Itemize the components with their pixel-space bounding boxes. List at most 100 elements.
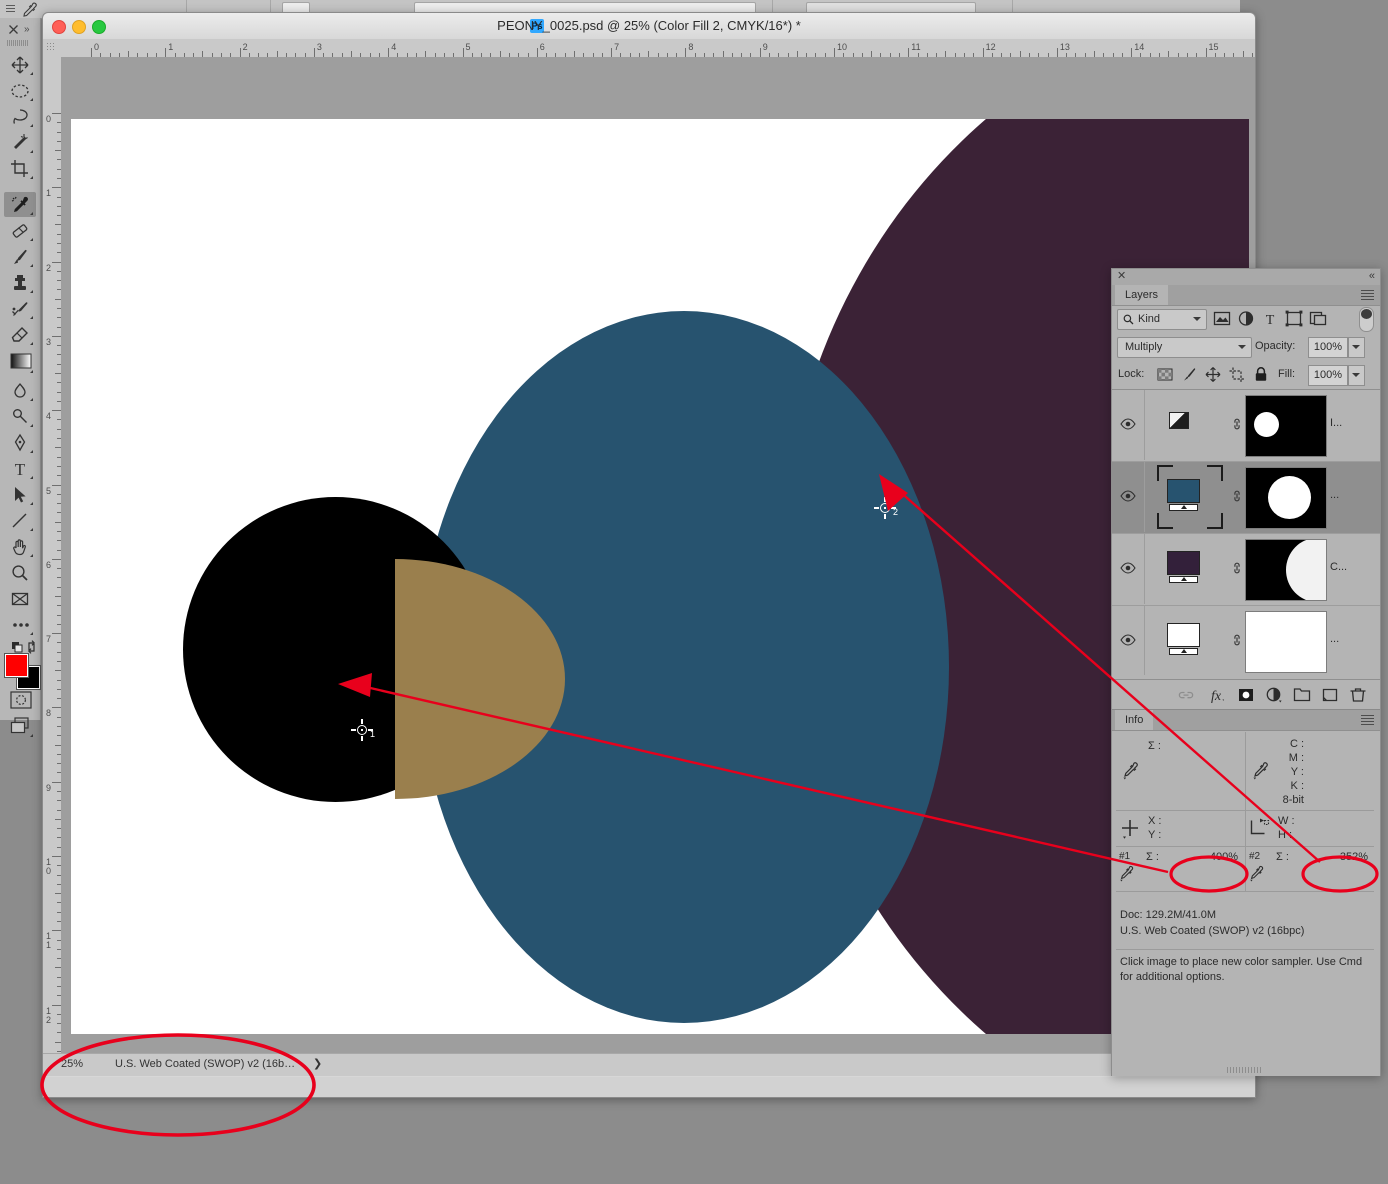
hand-tool[interactable]	[4, 534, 36, 559]
layer-mask-thumbnail[interactable]	[1245, 539, 1327, 601]
layer-name[interactable]: ...	[1330, 633, 1339, 645]
lock-all-icon[interactable]	[1252, 366, 1270, 383]
clone-stamp-tool[interactable]	[4, 270, 36, 295]
eye-icon[interactable]	[1120, 562, 1136, 574]
link-mask-icon[interactable]	[1230, 416, 1244, 432]
tab-layers[interactable]: Layers	[1115, 285, 1169, 305]
layer-thumbnail-cell[interactable]	[1145, 462, 1230, 532]
filter-smart-object-icon[interactable]	[1309, 310, 1327, 327]
gradient-tool[interactable]	[4, 350, 36, 375]
lock-image-pixels-icon[interactable]	[1180, 366, 1198, 383]
document-titlebar[interactable]: Ps PEONY_0025.psd @ 25% (Color Fill 2, C…	[43, 13, 1255, 40]
new-adjustment-layer-icon[interactable]	[1264, 686, 1284, 704]
fill-input[interactable]: 100%	[1308, 365, 1348, 386]
color-swatches[interactable]	[5, 654, 40, 689]
layer-visibility-cell[interactable]	[1112, 606, 1145, 675]
color-sampler-1[interactable]: 1	[351, 719, 375, 741]
link-layers-icon[interactable]	[1176, 686, 1196, 704]
info-sampler-2[interactable]: #2 Σ : 352%	[1246, 847, 1374, 892]
info-panel-menu-icon[interactable]	[1361, 715, 1374, 725]
add-layer-style-icon[interactable]: fx	[1207, 686, 1227, 704]
eyedropper-tool[interactable]	[4, 192, 36, 217]
info-sampler-1[interactable]: #1 Σ : 400%	[1116, 847, 1246, 892]
table-row[interactable]: ...	[1112, 606, 1380, 675]
edit-toolbar-tool[interactable]	[4, 612, 36, 637]
lock-transparency-icon[interactable]	[1156, 366, 1174, 383]
opacity-input[interactable]: 100%	[1308, 337, 1348, 358]
color-profile-label[interactable]: U.S. Web Coated (SWOP) v2 (16b…	[115, 1058, 295, 1070]
table-row[interactable]: I...	[1112, 390, 1380, 462]
layer-name[interactable]: ...	[1330, 489, 1339, 501]
path-selection-tool[interactable]	[4, 482, 36, 507]
eraser-tool[interactable]	[4, 322, 36, 347]
layer-visibility-cell[interactable]	[1112, 462, 1145, 532]
frame-tool[interactable]	[4, 586, 36, 611]
magic-wand-tool[interactable]	[4, 130, 36, 155]
ruler-corner[interactable]	[43, 39, 62, 58]
layer-mask-thumbnail[interactable]	[1245, 467, 1327, 529]
layer-mask-thumbnail[interactable]	[1245, 611, 1327, 673]
foreground-color-swatch[interactable]	[5, 654, 28, 677]
blur-tool[interactable]	[4, 378, 36, 403]
eye-icon[interactable]	[1120, 418, 1136, 430]
table-row[interactable]: ...	[1112, 462, 1380, 534]
dodge-tool[interactable]	[4, 404, 36, 429]
filter-type-icon[interactable]: T	[1261, 310, 1279, 327]
link-mask-icon[interactable]	[1230, 632, 1244, 648]
info-readout-1[interactable]: Σ :	[1116, 732, 1246, 811]
layer-thumbnail-cell[interactable]	[1145, 390, 1230, 460]
link-mask-icon[interactable]	[1230, 488, 1244, 504]
panel-dock-titlebar[interactable]: ✕ «	[1112, 269, 1380, 285]
filter-pixel-icon[interactable]	[1213, 310, 1231, 327]
zoom-tool[interactable]	[4, 560, 36, 585]
horizontal-ruler[interactable]: 0 1 2 3 4 5 6 7 8 9 10 11 12 13 14 15	[61, 39, 1255, 58]
panel-resize-grip[interactable]	[1227, 1067, 1265, 1073]
status-chevron-icon[interactable]: ❯	[313, 1057, 322, 1070]
move-tool[interactable]	[4, 52, 36, 77]
collapse-panels-icon[interactable]: «	[1369, 271, 1375, 282]
healing-brush-tool[interactable]	[4, 218, 36, 243]
history-brush-tool[interactable]	[4, 296, 36, 321]
opacity-stepper[interactable]	[1348, 337, 1365, 358]
new-group-icon[interactable]	[1292, 686, 1312, 704]
new-layer-icon[interactable]	[1320, 686, 1340, 704]
layer-list[interactable]: I... ... C... ...	[1112, 390, 1380, 675]
pen-tool[interactable]	[4, 430, 36, 455]
filter-kind-select[interactable]: Kind	[1117, 309, 1207, 330]
elliptical-marquee-tool[interactable]	[4, 78, 36, 103]
canvas-area[interactable]: 1 2	[61, 57, 1255, 1076]
close-icon[interactable]: ✕	[1117, 271, 1126, 282]
delete-layer-icon[interactable]	[1348, 686, 1368, 704]
type-tool[interactable]: T	[4, 456, 36, 481]
fill-layer-thumbnail[interactable]	[1167, 551, 1200, 584]
eye-icon[interactable]	[1120, 490, 1136, 502]
artboard[interactable]	[71, 119, 1249, 1034]
layer-visibility-cell[interactable]	[1112, 390, 1145, 460]
add-layer-mask-icon[interactable]	[1236, 686, 1256, 704]
tools-panel-grip[interactable]	[7, 40, 29, 46]
fill-layer-thumbnail[interactable]	[1167, 479, 1200, 512]
layer-thumbnail-cell[interactable]	[1145, 606, 1230, 675]
eye-icon[interactable]	[1120, 634, 1136, 646]
crop-tool[interactable]	[4, 156, 36, 181]
filter-enable-toggle[interactable]	[1359, 307, 1374, 332]
table-row[interactable]: C...	[1112, 534, 1380, 606]
layer-thumbnail-cell[interactable]	[1145, 534, 1230, 604]
lasso-tool[interactable]	[4, 104, 36, 129]
adjustment-layer-thumbnail[interactable]	[1169, 412, 1189, 429]
close-icon[interactable]	[8, 24, 19, 35]
eyedropper-icon[interactable]	[22, 1, 38, 17]
layers-panel-menu-icon[interactable]	[1361, 290, 1374, 300]
lock-nesting-icon[interactable]	[1228, 366, 1246, 383]
zoom-level-field[interactable]: 25%	[61, 1058, 107, 1070]
tab-info[interactable]: Info	[1115, 710, 1154, 730]
line-tool[interactable]	[4, 508, 36, 533]
lock-position-icon[interactable]	[1204, 366, 1222, 383]
vertical-ruler[interactable]: 0123456789101112	[43, 57, 62, 1076]
filter-shape-icon[interactable]	[1285, 310, 1303, 327]
link-mask-icon[interactable]	[1230, 560, 1244, 576]
layer-name[interactable]: C...	[1330, 561, 1347, 573]
fill-stepper[interactable]	[1348, 365, 1365, 386]
screen-mode-button[interactable]	[4, 714, 36, 739]
document-scroll-strip[interactable]	[43, 1077, 1255, 1097]
